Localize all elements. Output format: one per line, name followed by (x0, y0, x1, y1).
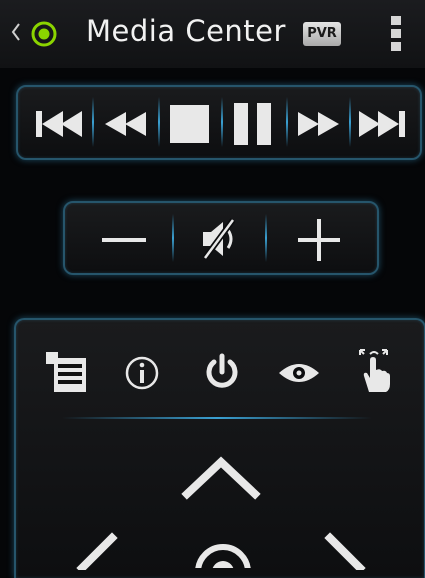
volume-up-icon[interactable] (296, 218, 342, 262)
divider (62, 417, 372, 419)
mute-icon[interactable] (197, 216, 241, 262)
view-eye-icon[interactable] (277, 356, 321, 390)
pvr-button[interactable]: PVR (303, 22, 341, 46)
skip-previous-icon[interactable] (33, 104, 87, 144)
divider (221, 97, 223, 147)
divider (92, 97, 94, 147)
stop-icon[interactable] (167, 102, 213, 146)
skip-next-icon[interactable] (356, 104, 410, 144)
info-icon[interactable] (123, 354, 161, 392)
overflow-menu-icon[interactable] (388, 16, 404, 52)
action-bar: Media Center PVR (0, 0, 425, 68)
divider (172, 214, 174, 262)
dpad-up-icon[interactable] (181, 454, 261, 502)
divider (286, 97, 288, 147)
power-icon[interactable] (200, 350, 244, 394)
volume-down-icon[interactable] (99, 222, 149, 258)
gesture-hand-icon[interactable] (352, 346, 396, 394)
menu-list-icon[interactable] (42, 350, 90, 394)
divider (349, 97, 351, 147)
rewind-icon[interactable] (101, 104, 153, 144)
divider (265, 214, 267, 262)
dpad-left-icon[interactable] (68, 530, 118, 570)
fast-forward-icon[interactable] (293, 104, 345, 144)
app-title: Media Center (86, 14, 286, 48)
dpad-right-icon[interactable] (322, 530, 372, 570)
divider (158, 97, 160, 147)
status-indicator-icon (31, 21, 57, 47)
back-chevron-icon[interactable] (11, 20, 21, 44)
pause-icon[interactable] (230, 100, 276, 148)
